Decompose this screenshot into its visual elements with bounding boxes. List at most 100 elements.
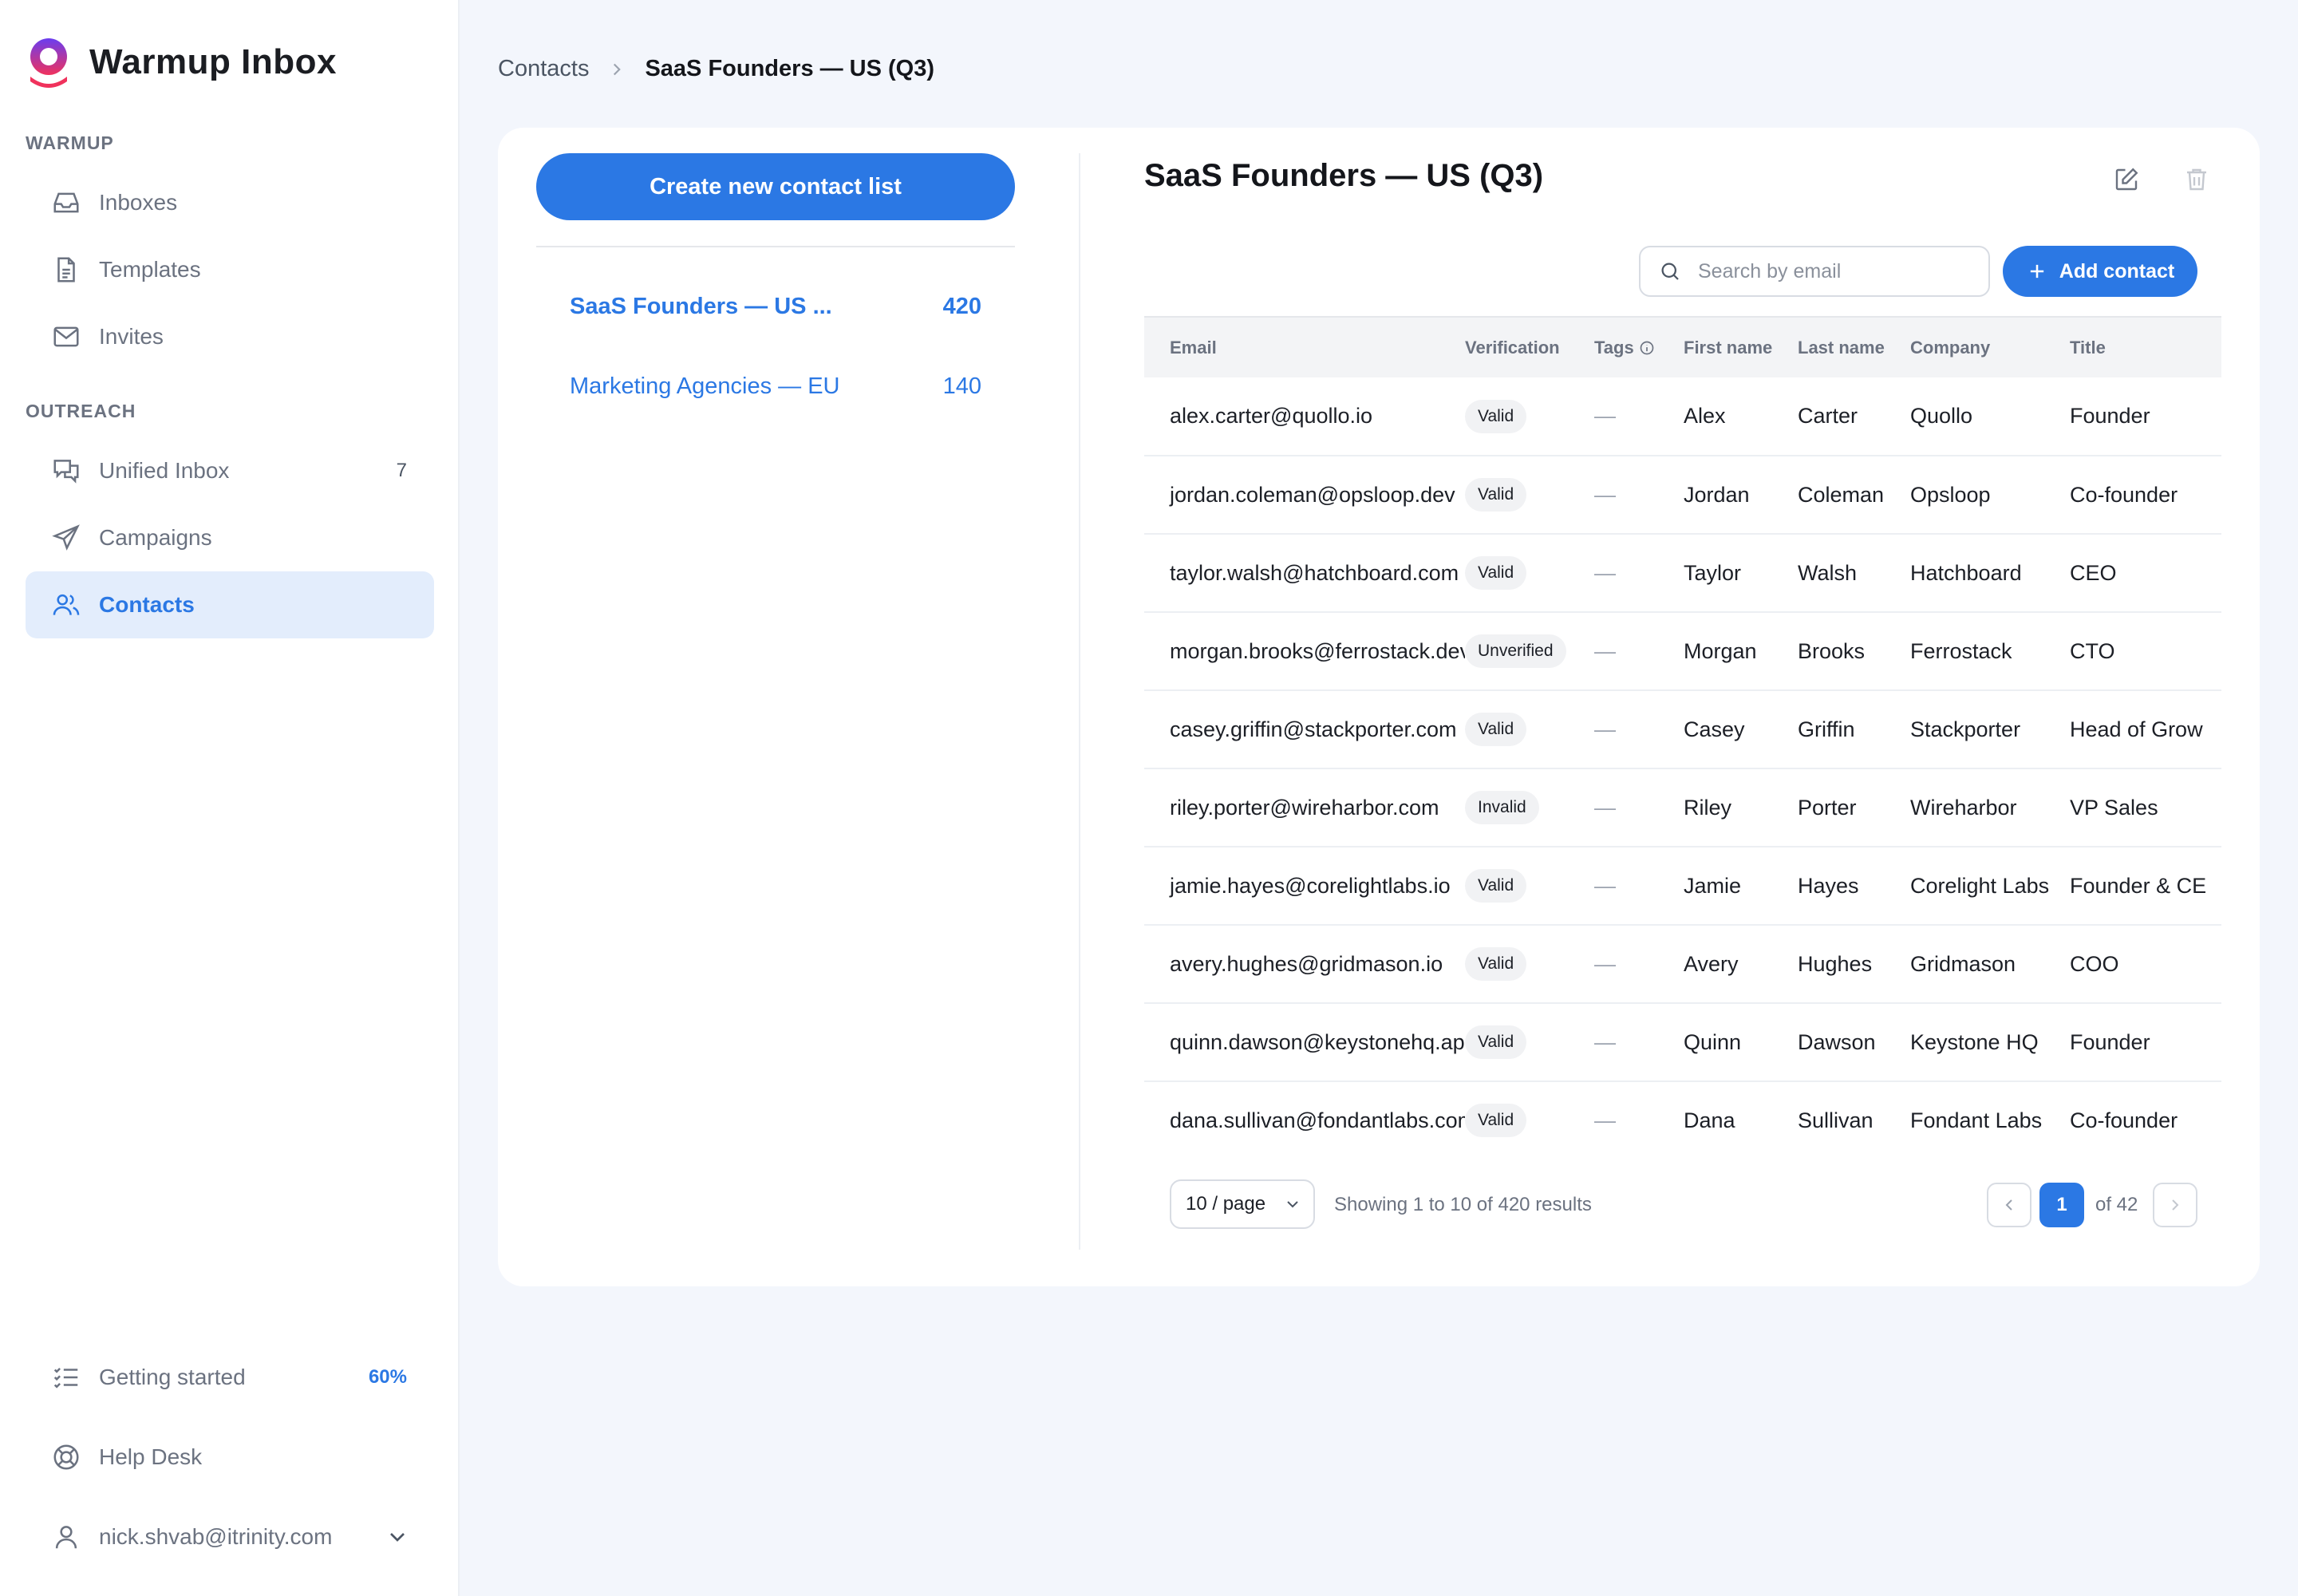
cell-tags: —	[1594, 404, 1616, 428]
info-icon[interactable]	[1639, 340, 1655, 356]
delete-list-button[interactable]	[2178, 161, 2215, 198]
sidebar-item-campaigns[interactable]: Campaigns	[26, 504, 434, 571]
cell-company: Opsloop	[1910, 482, 1991, 507]
cell-last-name: Hughes	[1798, 951, 1873, 976]
verification-badge: Valid	[1465, 556, 1527, 590]
cell-company: Gridmason	[1910, 951, 2016, 976]
sidebar: Warmup Inbox WARMUP Inboxes Templates In…	[0, 0, 460, 1596]
users-icon	[53, 594, 80, 615]
contact-list-item[interactable]: SaaS Founders — US ... 420	[570, 282, 981, 330]
cell-title: CEO	[2070, 560, 2117, 585]
previous-page-button[interactable]	[1987, 1183, 2031, 1227]
sidebar-item-help-desk[interactable]: Help Desk	[26, 1424, 434, 1491]
document-icon	[57, 257, 75, 282]
page-number-current[interactable]: 1	[2039, 1183, 2084, 1227]
cell-tags: —	[1594, 482, 1616, 507]
table-row[interactable]: taylor.walsh@hatchboard.com Valid — Tayl…	[1144, 534, 2221, 612]
sidebar-item-invites[interactable]: Invites	[26, 303, 434, 370]
sidebar-item-label: Inboxes	[99, 190, 178, 215]
contact-list-name: SaaS Founders — US ...	[570, 293, 832, 319]
cell-tags: —	[1594, 560, 1616, 585]
create-contact-list-button[interactable]: Create new contact list	[536, 153, 1015, 220]
sidebar-item-unified-inbox[interactable]: Unified Inbox 7	[26, 437, 434, 504]
inbox-icon	[53, 192, 79, 213]
cell-verification: Valid	[1465, 534, 1594, 612]
verification-badge: Valid	[1465, 869, 1527, 903]
cell-verification: Unverified	[1465, 612, 1594, 690]
cell-first-name: Casey	[1684, 717, 1745, 741]
next-page-button[interactable]	[2153, 1183, 2197, 1227]
column-header-label: Tags	[1594, 337, 1634, 358]
breadcrumb-contacts-link[interactable]: Contacts	[498, 56, 589, 82]
page-size-select[interactable]: 10 / page	[1170, 1179, 1315, 1229]
account-menu[interactable]: nick.shvab@itrinity.com	[26, 1503, 434, 1570]
sidebar-item-getting-started[interactable]: Getting started 60%	[26, 1344, 434, 1411]
app-logo[interactable]: Warmup Inbox	[26, 35, 337, 89]
panel-divider	[1079, 153, 1080, 1250]
cell-title: Founder & CE	[2070, 873, 2207, 898]
table-row[interactable]: avery.hughes@gridmason.io Valid — Avery …	[1144, 925, 2221, 1003]
section-label-warmup: WARMUP	[26, 132, 114, 153]
cell-company: Keystone HQ	[1910, 1029, 2039, 1054]
cell-last-name: Hayes	[1798, 873, 1859, 898]
sidebar-item-label: Templates	[99, 257, 201, 282]
column-header-first-name[interactable]: First name	[1684, 317, 1798, 377]
column-header-verification[interactable]: Verification	[1465, 317, 1594, 377]
cell-company: Fondant Labs	[1910, 1108, 2043, 1132]
table-row[interactable]: alex.carter@quollo.io Valid — Alex Carte…	[1144, 377, 2221, 456]
cell-email: riley.porter@wireharbor.com	[1170, 795, 1439, 820]
contact-list-count: 140	[942, 373, 981, 399]
cell-first-name: Dana	[1684, 1108, 1735, 1132]
breadcrumb: Contacts SaaS Founders — US (Q3)	[498, 56, 934, 82]
column-header-email[interactable]: Email	[1144, 317, 1465, 377]
cell-title: Head of Grow	[2070, 717, 2203, 741]
page-size-value: 10 / page	[1186, 1193, 1266, 1215]
cell-last-name: Carter	[1798, 404, 1858, 428]
cell-email: alex.carter@quollo.io	[1170, 404, 1373, 428]
table-row[interactable]: riley.porter@wireharbor.com Invalid — Ri…	[1144, 768, 2221, 847]
cell-first-name: Taylor	[1684, 560, 1742, 585]
cell-tags: —	[1594, 873, 1616, 898]
cell-first-name: Morgan	[1684, 638, 1757, 663]
column-header-company[interactable]: Company	[1910, 317, 2070, 377]
cell-tags: —	[1594, 717, 1616, 741]
results-summary: Showing 1 to 10 of 420 results	[1334, 1194, 1592, 1215]
app-name: Warmup Inbox	[89, 42, 337, 81]
cell-title: Co-founder	[2070, 482, 2178, 507]
column-header-last-name[interactable]: Last name	[1798, 317, 1910, 377]
cell-verification: Valid	[1465, 377, 1594, 456]
table-row[interactable]: casey.griffin@stackporter.com Valid — Ca…	[1144, 690, 2221, 768]
sidebar-item-inboxes[interactable]: Inboxes	[26, 169, 434, 236]
column-header-title[interactable]: Title	[2070, 317, 2221, 377]
edit-list-button[interactable]	[2108, 161, 2145, 198]
cell-company: Stackporter	[1910, 717, 2021, 741]
cell-company: Hatchboard	[1910, 560, 2022, 585]
verification-badge: Valid	[1465, 478, 1527, 512]
table-row[interactable]: dana.sullivan@fondantlabs.com Valid — Da…	[1144, 1081, 2221, 1159]
table-row[interactable]: jordan.coleman@opsloop.dev Valid — Jorda…	[1144, 456, 2221, 534]
sidebar-item-label: Unified Inbox	[99, 458, 230, 483]
search-input[interactable]	[1698, 259, 1985, 283]
breadcrumb-current: SaaS Founders — US (Q3)	[645, 56, 935, 81]
sidebar-item-label: Invites	[99, 324, 164, 349]
cell-email: dana.sullivan@fondantlabs.com	[1170, 1108, 1465, 1132]
contact-list-item[interactable]: Marketing Agencies — EU 140	[570, 362, 981, 410]
add-contact-button[interactable]: Add contact	[2003, 246, 2197, 297]
sidebar-item-contacts[interactable]: Contacts	[26, 571, 434, 638]
table-row[interactable]: quinn.dawson@keystonehq.app Valid — Quin…	[1144, 1003, 2221, 1081]
checklist-icon	[53, 1368, 78, 1389]
envelope-icon	[53, 326, 79, 347]
table-row[interactable]: morgan.brooks@ferrostack.dev Unverified …	[1144, 612, 2221, 690]
cell-last-name: Griffin	[1798, 717, 1855, 741]
user-icon	[55, 1526, 77, 1549]
column-header-tags[interactable]: Tags	[1594, 317, 1684, 377]
table-row[interactable]: jamie.hayes@corelightlabs.io Valid — Jam…	[1144, 847, 2221, 925]
cell-first-name: Alex	[1684, 404, 1726, 428]
sidebar-item-templates[interactable]: Templates	[26, 236, 434, 303]
verification-badge: Valid	[1465, 1104, 1527, 1137]
cell-email: taylor.walsh@hatchboard.com	[1170, 560, 1459, 585]
cell-first-name: Avery	[1684, 951, 1739, 976]
cell-email: casey.griffin@stackporter.com	[1170, 717, 1457, 741]
total-pages: of 42	[2095, 1194, 2138, 1215]
cell-last-name: Dawson	[1798, 1029, 1876, 1054]
